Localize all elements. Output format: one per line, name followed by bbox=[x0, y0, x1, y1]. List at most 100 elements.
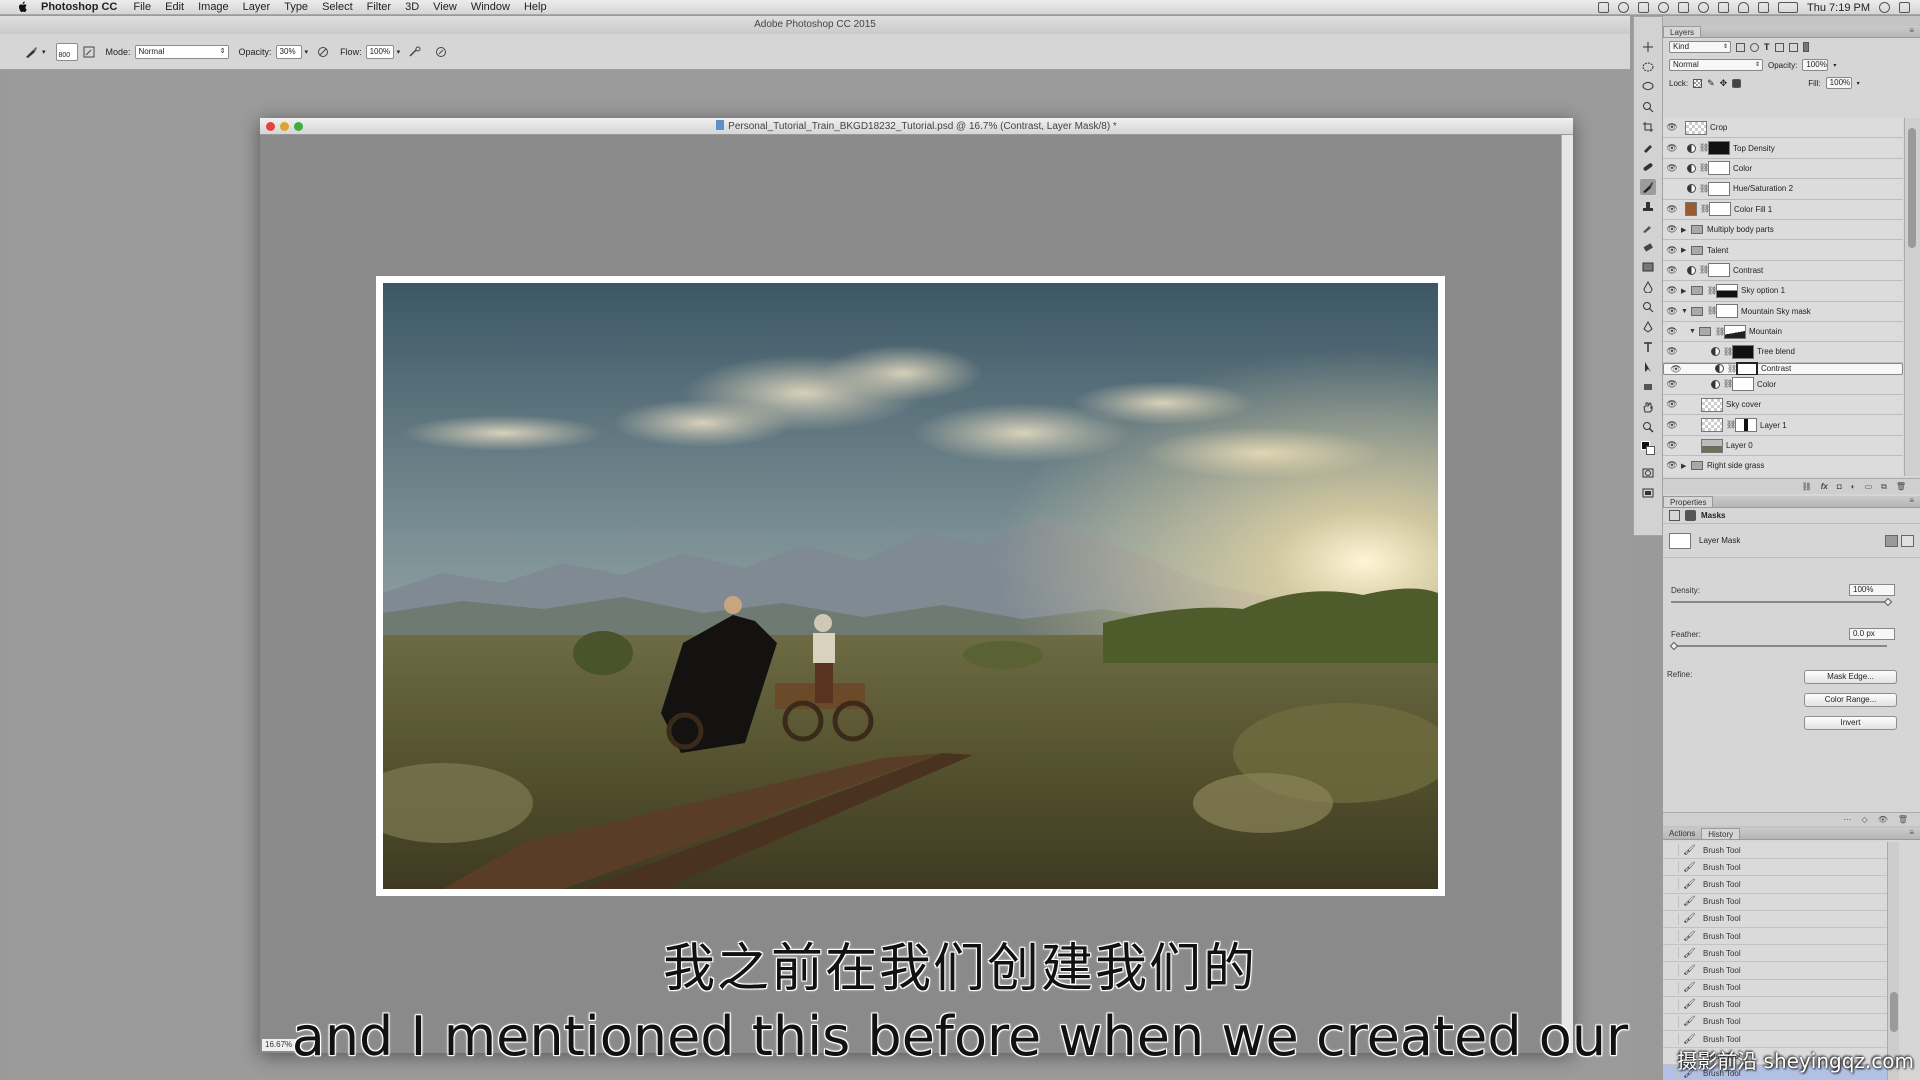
history-brush-tool-icon[interactable] bbox=[1640, 219, 1656, 235]
link-icon[interactable]: ⛓ bbox=[1699, 265, 1709, 275]
link-icon[interactable]: ⛓ bbox=[1723, 379, 1733, 389]
scroll-thumb[interactable] bbox=[1908, 128, 1916, 248]
screen-mode-icon[interactable] bbox=[1640, 485, 1656, 501]
layer-group-mountain[interactable]: 👁 ▼ ⛓ Mountain bbox=[1663, 321, 1903, 343]
chevron-down-icon[interactable]: ▾ bbox=[305, 48, 309, 56]
load-selection-icon[interactable]: ⋯ bbox=[1844, 815, 1852, 824]
link-icon[interactable]: ⛓ bbox=[1707, 286, 1717, 296]
chevron-down-icon[interactable]: ▾ bbox=[42, 48, 46, 56]
visibility-eye-icon[interactable]: 👁 bbox=[1663, 224, 1681, 235]
visibility-eye-icon[interactable]: 👁 bbox=[1663, 245, 1681, 256]
disclosure-triangle-icon[interactable]: ▶ bbox=[1681, 226, 1689, 234]
menu-help[interactable]: Help bbox=[524, 1, 547, 13]
move-tool-icon[interactable] bbox=[1640, 39, 1656, 55]
healing-brush-tool-icon[interactable] bbox=[1640, 159, 1656, 175]
visibility-eye-icon[interactable]: 👁 bbox=[1667, 364, 1685, 374]
pressure-opacity-icon[interactable] bbox=[316, 45, 330, 59]
tab-layers[interactable]: Layers bbox=[1663, 26, 1702, 37]
menu-3d[interactable]: 3D bbox=[405, 1, 419, 13]
mask-edge-button[interactable]: Mask Edge... bbox=[1804, 670, 1897, 684]
status-icon[interactable] bbox=[1618, 2, 1630, 13]
layer-mask-thumbnail[interactable] bbox=[1708, 161, 1730, 176]
link-icon[interactable]: ⛓ bbox=[1699, 163, 1709, 173]
menu-select[interactable]: Select bbox=[322, 1, 353, 13]
brush-size-picker[interactable]: 800 bbox=[55, 42, 78, 61]
chevron-down-icon[interactable]: ▾ bbox=[1857, 80, 1860, 87]
layers-scrollbar[interactable] bbox=[1904, 118, 1920, 476]
layer-style-fx-icon[interactable]: fx bbox=[1821, 482, 1828, 491]
layer-group-talent[interactable]: 👁 ▶ Talent bbox=[1663, 240, 1903, 261]
pixel-filter-icon[interactable] bbox=[1736, 42, 1745, 52]
apple-icon[interactable] bbox=[15, 0, 31, 15]
adjustment-properties-icon[interactable] bbox=[1669, 510, 1680, 521]
app-menu[interactable]: Photoshop CC bbox=[41, 1, 117, 13]
crop-tool-icon[interactable] bbox=[1640, 119, 1656, 135]
invert-button[interactable]: Invert bbox=[1804, 716, 1897, 730]
visibility-eye-icon[interactable]: 👁 bbox=[1663, 163, 1681, 174]
lock-all-icon[interactable] bbox=[1732, 78, 1742, 88]
history-state[interactable]: 🖌 Brush Tool bbox=[1663, 842, 1887, 860]
delete-layer-icon[interactable]: 🗑 bbox=[1896, 482, 1906, 491]
chevron-down-icon[interactable]: ▾ bbox=[397, 48, 401, 56]
layer-opacity-input[interactable]: 100% bbox=[1802, 59, 1829, 71]
lock-position-icon[interactable]: ✥ bbox=[1720, 78, 1728, 89]
menu-view[interactable]: View bbox=[433, 1, 457, 13]
visibility-eye-icon[interactable]: 👁 bbox=[1663, 204, 1681, 215]
mask-properties-icon[interactable] bbox=[1685, 510, 1696, 521]
brush-tool-icon[interactable] bbox=[1640, 179, 1656, 195]
blur-tool-icon[interactable] bbox=[1640, 279, 1656, 295]
panel-menu-icon[interactable]: ≡ bbox=[1909, 828, 1914, 837]
visibility-eye-icon[interactable]: 👁 bbox=[1663, 285, 1681, 296]
menu-file[interactable]: File bbox=[133, 1, 151, 13]
disclosure-triangle-icon[interactable]: ▶ bbox=[1681, 287, 1689, 295]
tab-history[interactable]: History bbox=[1701, 828, 1741, 839]
layer-row-color[interactable]: 👁 ⛓ Color bbox=[1663, 158, 1903, 180]
link-icon[interactable]: ⛓ bbox=[1715, 327, 1725, 337]
history-state[interactable]: 🖌 Brush Tool bbox=[1663, 910, 1887, 928]
layer-mask-thumbnail[interactable] bbox=[1732, 344, 1754, 359]
status-icon[interactable] bbox=[1698, 2, 1710, 13]
dodge-tool-icon[interactable] bbox=[1640, 299, 1656, 315]
select-pixel-mask-button[interactable] bbox=[1885, 535, 1898, 547]
visibility-eye-icon[interactable]: 👁 bbox=[1663, 379, 1681, 390]
feather-slider-knob[interactable] bbox=[1669, 641, 1679, 651]
zoom-window-button[interactable] bbox=[294, 122, 303, 131]
spotlight-search-icon[interactable] bbox=[1879, 2, 1890, 13]
wifi-icon[interactable] bbox=[1738, 2, 1750, 13]
color-range-button[interactable]: Color Range... bbox=[1804, 693, 1897, 707]
menu-layer[interactable]: Layer bbox=[243, 1, 271, 13]
layer-row-top-density[interactable]: 👁 ⛓ Top Density bbox=[1663, 138, 1903, 159]
brush-tool-preset-icon[interactable] bbox=[24, 45, 38, 59]
layer-group-mountain-sky-mask[interactable]: 👁 ▼ ⛓ Mountain Sky mask bbox=[1663, 301, 1903, 322]
battery-icon[interactable] bbox=[1778, 2, 1799, 13]
marquee-tool-icon[interactable] bbox=[1640, 59, 1656, 75]
history-state[interactable]: 🖌 Brush Tool bbox=[1663, 893, 1887, 911]
menu-clock[interactable]: Thu 7:19 PM bbox=[1807, 2, 1870, 14]
panel-menu-icon[interactable]: ≡ bbox=[1909, 496, 1914, 505]
type-tool-icon[interactable] bbox=[1640, 339, 1656, 355]
add-mask-icon[interactable]: ◘ bbox=[1837, 482, 1842, 491]
layer-row-contrast[interactable]: 👁 ⛓ Contrast bbox=[1663, 260, 1903, 282]
lasso-tool-icon[interactable] bbox=[1640, 79, 1656, 95]
history-snapshot-checkbox[interactable] bbox=[1667, 912, 1679, 925]
layer-group-multiply-body-parts[interactable]: 👁 ▶ Multiply body parts bbox=[1663, 219, 1903, 241]
layer-row-color-fill-1[interactable]: 👁 ⛓ Color Fill 1 bbox=[1663, 199, 1903, 220]
history-snapshot-checkbox[interactable] bbox=[1667, 895, 1679, 908]
layer-filter-kind-select[interactable]: Kind ⇕ bbox=[1669, 41, 1731, 53]
tab-properties[interactable]: Properties bbox=[1663, 496, 1714, 507]
link-icon[interactable]: ⛓ bbox=[1700, 204, 1710, 214]
eraser-tool-icon[interactable] bbox=[1640, 239, 1656, 255]
layer-mask-thumbnail[interactable] bbox=[1735, 418, 1757, 433]
layer-mask-thumbnail[interactable] bbox=[1709, 202, 1731, 217]
visibility-eye-icon[interactable]: 👁 bbox=[1663, 440, 1681, 451]
feather-input[interactable]: 0.0 px bbox=[1849, 628, 1895, 640]
blend-mode-select[interactable]: Normal ⇕ bbox=[1669, 59, 1763, 71]
quick-mask-icon[interactable] bbox=[1640, 465, 1656, 481]
filter-toggle-icon[interactable] bbox=[1802, 42, 1809, 52]
disclosure-triangle-open-icon[interactable]: ▼ bbox=[1689, 328, 1697, 335]
tab-actions[interactable]: Actions bbox=[1663, 828, 1701, 839]
rectangle-tool-icon[interactable] bbox=[1640, 379, 1656, 395]
apply-mask-icon[interactable]: ◇ bbox=[1862, 815, 1868, 824]
density-input[interactable]: 100% bbox=[1849, 584, 1895, 596]
status-icon[interactable] bbox=[1658, 2, 1670, 13]
